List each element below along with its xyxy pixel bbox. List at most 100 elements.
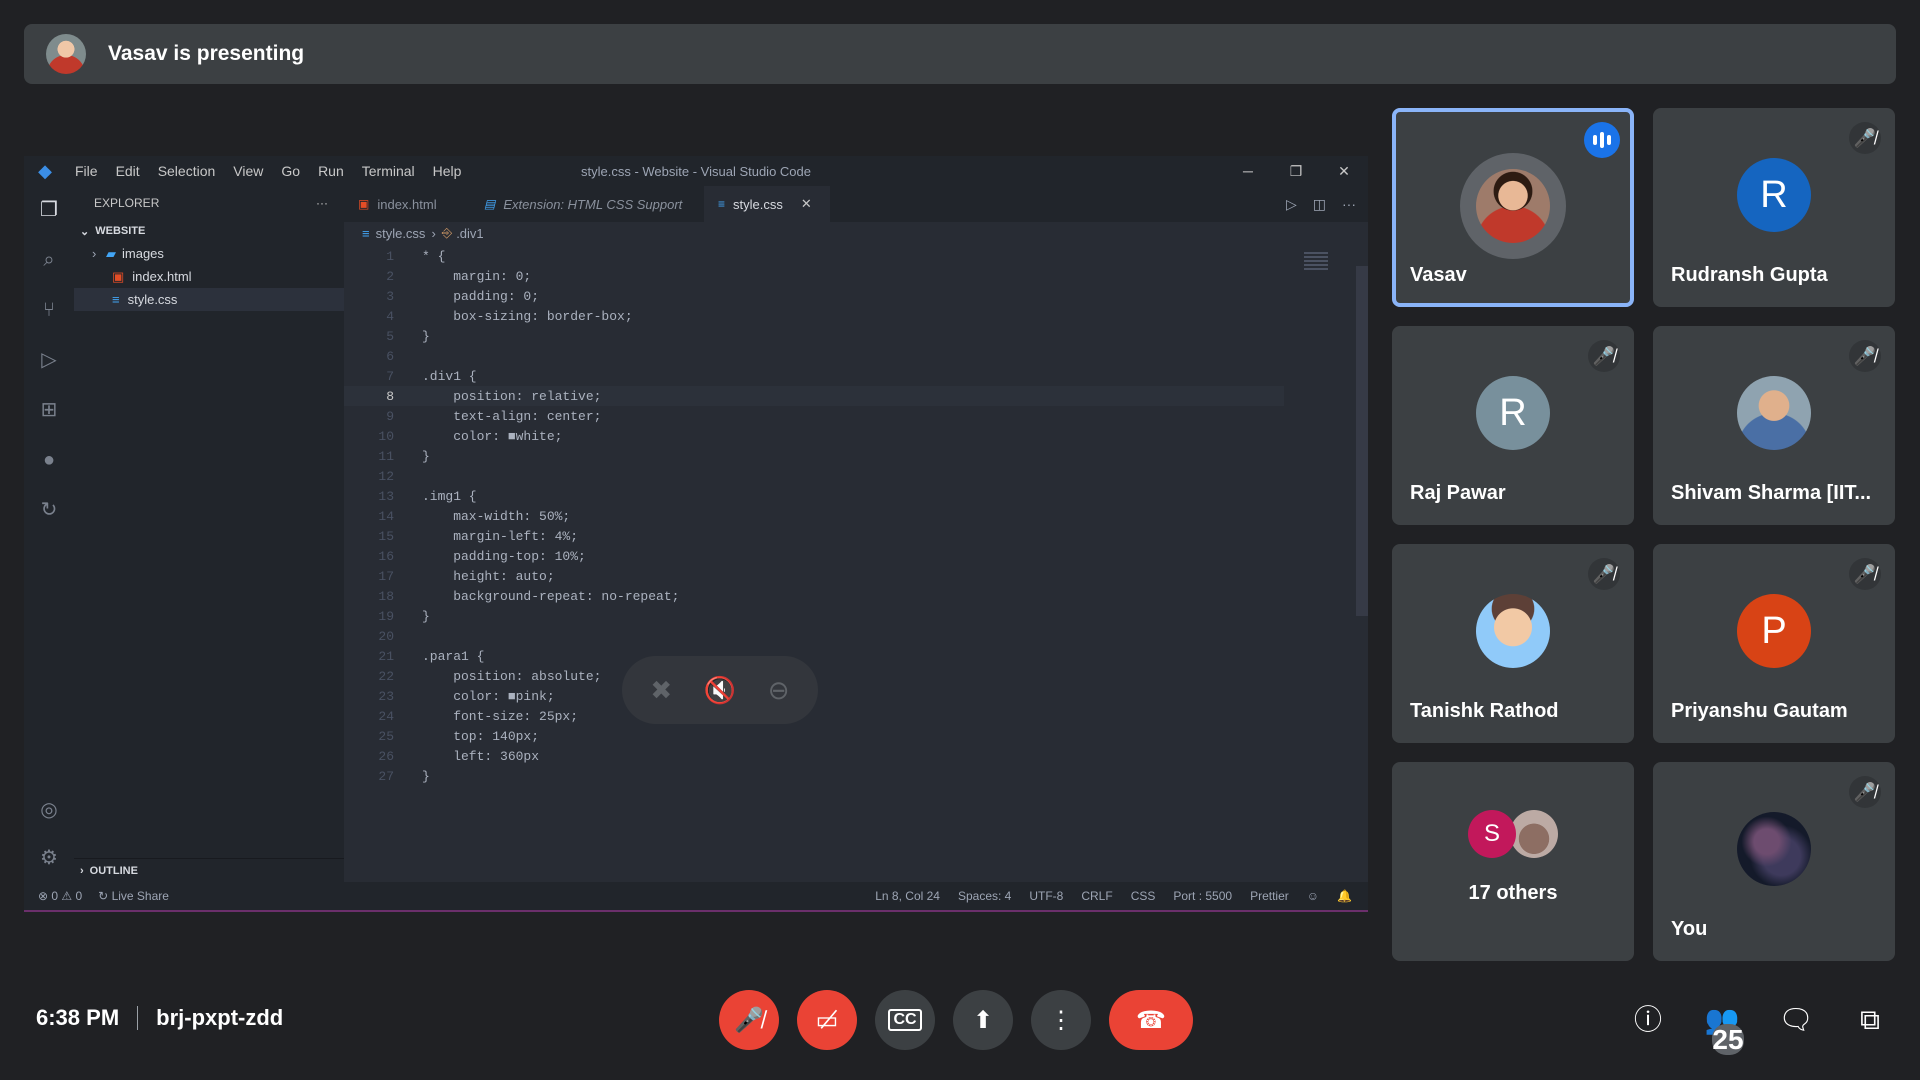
indentation[interactable]: Spaces: 4	[958, 889, 1011, 903]
code-line[interactable]: 8 position: relative;	[344, 386, 1284, 406]
close-window-icon[interactable]: ✕	[1320, 156, 1368, 186]
minimize-icon[interactable]: ─	[1224, 156, 1272, 186]
tab-style-css[interactable]: ≡ style.css ✕	[704, 186, 830, 222]
accounts-icon[interactable]: ◎	[37, 798, 61, 822]
menu-edit[interactable]: Edit	[107, 163, 149, 179]
chat-button[interactable]: 🗨	[1776, 1000, 1816, 1040]
vertical-scrollbar[interactable]	[1356, 266, 1368, 616]
code-line[interactable]: 21 .para1 {	[344, 646, 1284, 666]
code-line[interactable]: 14 max-width: 50%;	[344, 506, 1284, 526]
code-line[interactable]: 12	[344, 466, 1284, 486]
feedback-icon[interactable]: ☺	[1307, 889, 1319, 903]
menu-view[interactable]: View	[224, 163, 272, 179]
tab-extension[interactable]: ▤ Extension: HTML CSS Support	[470, 186, 704, 222]
notifications-bell-icon[interactable]: 🔔	[1337, 889, 1352, 903]
more-actions-icon[interactable]: ···	[1342, 196, 1356, 212]
code-line[interactable]: 3 padding: 0;	[344, 286, 1284, 306]
participant-tile-raj[interactable]: 🎤̸ R Raj Pawar	[1392, 326, 1634, 525]
explorer-icon[interactable]: ❐	[37, 198, 61, 222]
meeting-info-button[interactable]: ⓘ	[1628, 1000, 1668, 1040]
code-line[interactable]: 16 padding-top: 10%;	[344, 546, 1284, 566]
code-line[interactable]: 27}	[344, 766, 1284, 786]
code-line[interactable]: 11}	[344, 446, 1284, 466]
code-line[interactable]: 26 left: 360px	[344, 746, 1284, 766]
code-line[interactable]: 7 .div1 {	[344, 366, 1284, 386]
cursor-position[interactable]: Ln 8, Col 24	[875, 889, 940, 903]
participant-name: Shivam Sharma [IIT...	[1671, 482, 1872, 504]
github-icon[interactable]: ●	[37, 448, 61, 472]
line-number: 2	[386, 268, 394, 284]
menu-file[interactable]: File	[66, 163, 107, 179]
participant-tile-others[interactable]: S 17 others	[1392, 762, 1634, 961]
more-options-button[interactable]: ⋮	[1031, 990, 1091, 1050]
tree-item-images[interactable]: › ▰ images	[74, 242, 344, 265]
breadcrumb-symbol[interactable]: .div1	[456, 226, 483, 241]
restore-icon[interactable]: ❐	[1272, 156, 1320, 186]
participant-tile-shivam[interactable]: 🎤̸ Shivam Sharma [IIT...	[1653, 326, 1895, 525]
split-editor-icon[interactable]: ◫	[1313, 196, 1326, 213]
participant-tile-priyanshu[interactable]: 🎤̸ P Priyanshu Gautam	[1653, 544, 1895, 743]
people-button[interactable]: 👥25	[1702, 1000, 1744, 1055]
present-screen-button[interactable]: ⬆	[953, 990, 1013, 1050]
code-line[interactable]: 5}	[344, 326, 1284, 346]
menu-run[interactable]: Run	[309, 163, 353, 179]
code-line[interactable]: 20	[344, 626, 1284, 646]
remove-icon[interactable]: ⊖	[759, 670, 799, 710]
avatar: P	[1737, 593, 1811, 668]
mute-audio-icon[interactable]: 🔇	[700, 670, 740, 710]
search-icon[interactable]: ⌕	[37, 248, 61, 272]
menu-go[interactable]: Go	[272, 163, 309, 179]
code-line[interactable]: 6	[344, 346, 1284, 366]
code-line[interactable]: 2 margin: 0;	[344, 266, 1284, 286]
participant-tile-rudransh[interactable]: 🎤̸ R Rudransh Gupta	[1653, 108, 1895, 307]
tab-index-html[interactable]: ▣ index.html	[344, 186, 470, 222]
live-share-icon[interactable]: ↻	[37, 498, 61, 522]
code-line[interactable]: 17 height: auto;	[344, 566, 1284, 586]
encoding[interactable]: UTF-8	[1029, 889, 1063, 903]
code-line[interactable]: 19}	[344, 606, 1284, 626]
code-line[interactable]: 18 background-repeat: no-repeat;	[344, 586, 1284, 606]
live-server-port[interactable]: Port : 5500	[1173, 889, 1232, 903]
code-line[interactable]: 25 top: 140px;	[344, 726, 1284, 746]
toggle-mic-button[interactable]: 🎤̸	[719, 990, 779, 1050]
language-mode[interactable]: CSS	[1131, 889, 1156, 903]
code-line[interactable]: 9 text-align: center;	[344, 406, 1284, 426]
code-line[interactable]: 10 color: ■white;	[344, 426, 1284, 446]
participant-tile-tanishk[interactable]: 🎤̸ Tanishk Rathod	[1392, 544, 1634, 743]
workspace-section[interactable]: ⌄ WEBSITE	[74, 220, 344, 242]
code-line[interactable]: 1 * {	[344, 246, 1284, 266]
pin-off-icon[interactable]: ✖	[641, 670, 681, 710]
captions-button[interactable]: CC	[875, 990, 935, 1050]
code-line[interactable]: 13 .img1 {	[344, 486, 1284, 506]
side-controls: ⓘ 👥25 🗨 ⧉	[1628, 1000, 1890, 1055]
prettier-status[interactable]: Prettier	[1250, 889, 1289, 903]
breadcrumb-file[interactable]: style.css	[376, 226, 426, 241]
menu-terminal[interactable]: Terminal	[353, 163, 424, 179]
live-share-status[interactable]: ↻ Live Share	[98, 889, 169, 903]
code-line[interactable]: 15 margin-left: 4%;	[344, 526, 1284, 546]
more-actions-icon[interactable]: ···	[316, 196, 328, 210]
toggle-camera-button[interactable]: ▭̸	[797, 990, 857, 1050]
run-debug-icon[interactable]: ▷	[37, 348, 61, 372]
tree-item-style-css[interactable]: ≡ style.css	[74, 288, 344, 311]
tree-item-index-html[interactable]: ▣ index.html	[74, 265, 344, 288]
line-number: 27	[378, 768, 394, 784]
menu-selection[interactable]: Selection	[149, 163, 225, 179]
settings-gear-icon[interactable]: ⚙	[37, 846, 61, 870]
code-line[interactable]: 24 font-size: 25px;	[344, 706, 1284, 726]
explorer-sidebar: EXPLORER ··· ⌄ WEBSITE › ▰ images ▣ inde…	[74, 186, 344, 882]
activities-button[interactable]: ⧉	[1850, 1000, 1890, 1040]
outline-section[interactable]: › OUTLINE	[74, 858, 344, 882]
line-ending[interactable]: CRLF	[1081, 889, 1112, 903]
problems-status[interactable]: ⊗ 0 ⚠ 0	[38, 889, 82, 903]
extensions-icon[interactable]: ⊞	[37, 398, 61, 422]
participant-tile-you[interactable]: 🎤̸ You	[1653, 762, 1895, 961]
close-tab-icon[interactable]: ✕	[801, 196, 812, 212]
participant-tile-vasav[interactable]: Vasav	[1392, 108, 1634, 307]
minimap[interactable]	[1304, 250, 1328, 290]
source-control-icon[interactable]: ⑂	[37, 298, 61, 322]
code-line[interactable]: 4 box-sizing: border-box;	[344, 306, 1284, 326]
run-file-icon[interactable]: ▷	[1286, 196, 1297, 213]
menu-help[interactable]: Help	[424, 163, 471, 179]
leave-call-button[interactable]: ☎	[1109, 990, 1193, 1050]
